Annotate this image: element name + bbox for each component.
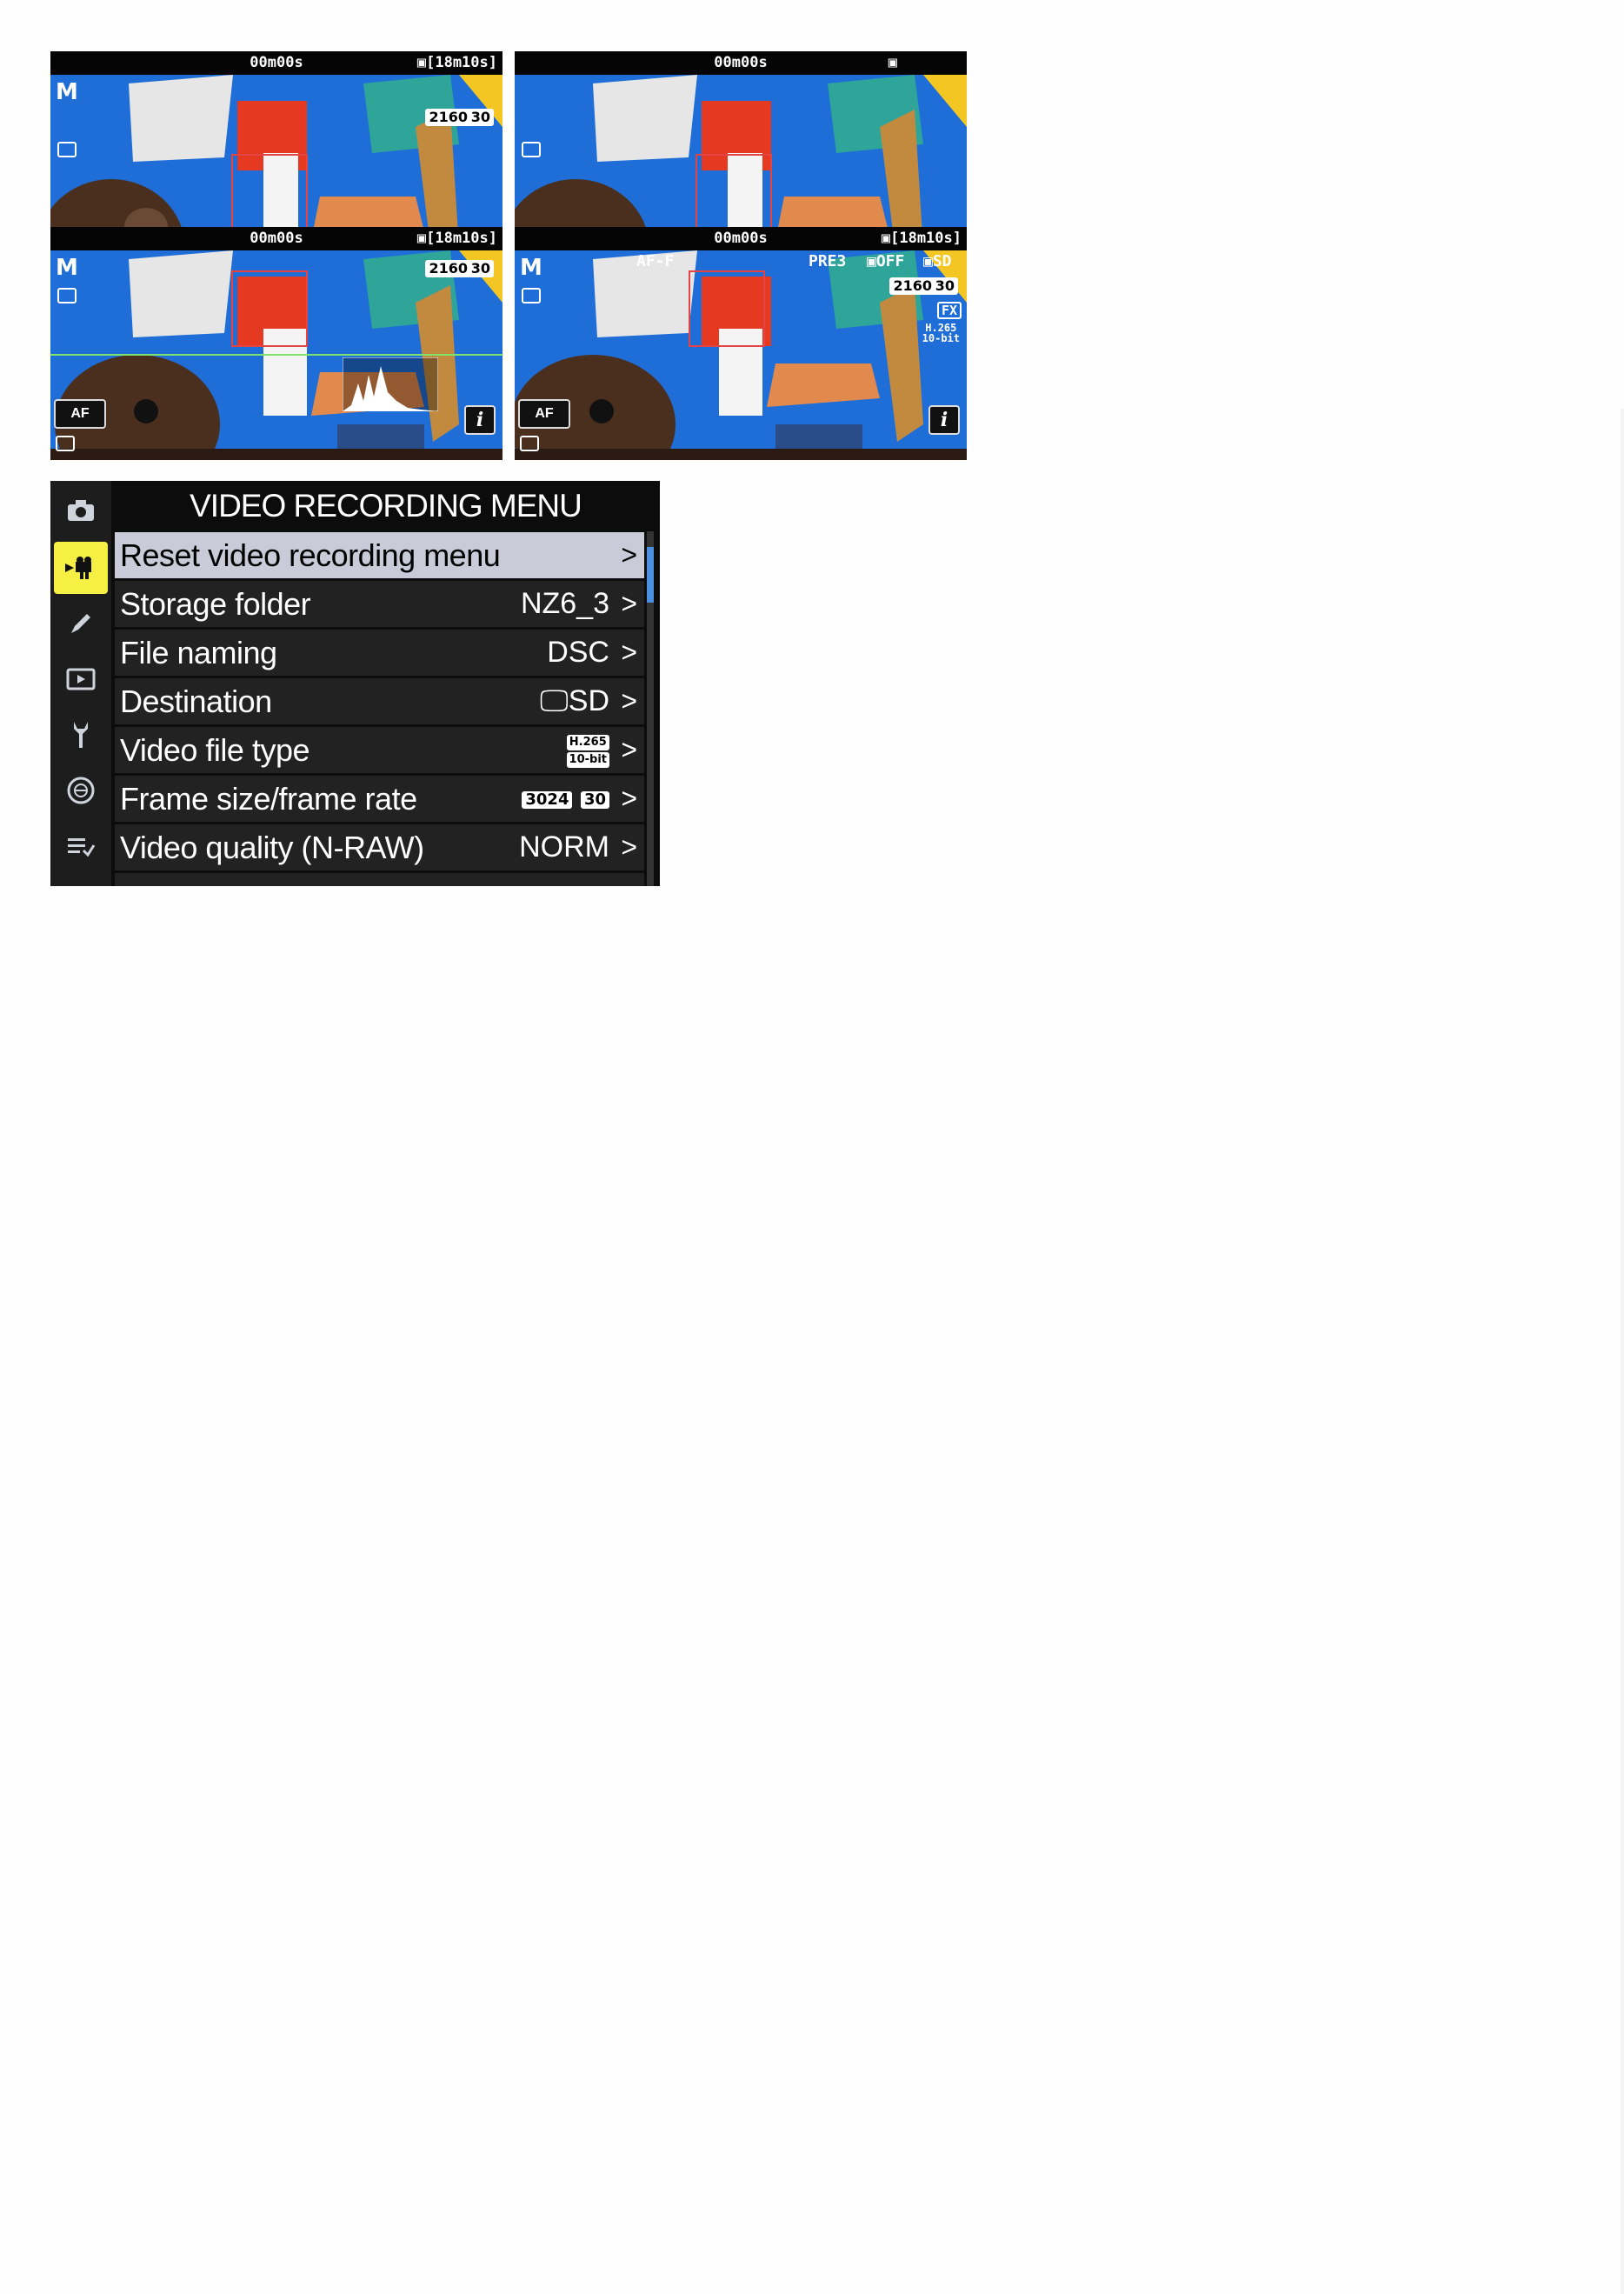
- vr-indicator: ▣OFF: [867, 252, 905, 270]
- af-mode-indicator: AF-F: [636, 252, 675, 270]
- memory-card-icon: 🖵: [539, 684, 569, 717]
- menu-item-label: Video quality (N-RAW): [120, 830, 424, 865]
- chevron-right-icon: >: [621, 588, 637, 619]
- menu-item-label: Storage folder: [120, 586, 311, 622]
- info-button[interactable]: i: [464, 405, 496, 435]
- info-button[interactable]: i: [928, 405, 960, 435]
- camera-icon[interactable]: [54, 484, 108, 537]
- menu-item-label: Reset video recording menu: [120, 537, 501, 573]
- af-mode-button[interactable]: AF: [54, 399, 106, 429]
- pencil-icon[interactable]: [54, 597, 108, 650]
- video-camera-icon[interactable]: [54, 542, 108, 594]
- exposure-mode: M: [520, 255, 542, 281]
- video-recording-menu: VIDEO RECORDING MENU Reset video recordi…: [50, 481, 660, 886]
- menu-item-reset-video-recording-menu[interactable]: Reset video recording menu >: [115, 530, 644, 578]
- shooting-icon: [57, 142, 77, 157]
- focus-frame: [231, 154, 308, 230]
- menu-item-value: DSC: [547, 636, 609, 669]
- exposure-mode: M: [56, 79, 78, 105]
- menu-item-label: Video file type: [120, 732, 310, 768]
- wrench-icon[interactable]: [54, 709, 108, 761]
- chevron-right-icon: >: [621, 734, 637, 765]
- menu-scrollbar[interactable]: [647, 531, 654, 886]
- chevron-right-icon: >: [621, 637, 637, 668]
- metering-icon: [56, 436, 75, 451]
- frame-rate: 30: [467, 260, 494, 277]
- chevron-right-icon: >: [621, 783, 637, 814]
- shooting-icon: [522, 142, 541, 157]
- status-bar: 00m00s ▣: [515, 51, 967, 75]
- page-edge: [1621, 409, 1624, 2294]
- menu-item-storage-folder[interactable]: Storage folder NZ6_3 >: [115, 578, 644, 627]
- card-indicator: ▣SD: [923, 252, 952, 270]
- card-icon: ▣: [888, 54, 897, 71]
- chevron-right-icon: >: [621, 685, 637, 717]
- virtual-horizon: [50, 354, 503, 356]
- image-area: FX: [936, 302, 962, 319]
- frame-size: 2160: [889, 277, 935, 295]
- status-bar: 00m00s ▣[18m10s]: [50, 227, 503, 250]
- video-codec: H.265 10-bit: [922, 322, 960, 344]
- metering-icon: [520, 436, 539, 451]
- remaining-time: ▣[18m10s]: [416, 54, 497, 71]
- menu-item-value: NORM: [519, 830, 609, 864]
- menu-tab-sidebar: [50, 481, 111, 886]
- playback-icon[interactable]: [54, 653, 108, 705]
- menu-item-label: Frame size/frame rate: [120, 781, 417, 817]
- af-mode-button[interactable]: AF: [518, 399, 570, 429]
- remaining-time: ▣[18m10s]: [416, 230, 497, 247]
- focus-frame: [689, 270, 765, 347]
- network-icon[interactable]: [54, 764, 108, 817]
- focus-frame: [231, 270, 308, 347]
- recording-time: 00m00s: [714, 54, 768, 71]
- menu-title: VIDEO RECORDING MENU: [190, 488, 582, 523]
- scrollbar-thumb[interactable]: [647, 547, 654, 603]
- menu-item-video-file-type[interactable]: Video file type H.265 10-bit >: [115, 724, 644, 773]
- status-bar: 00m00s ▣[18m10s]: [515, 227, 967, 250]
- menu-item-frame-size-frame-rate[interactable]: Frame size/frame rate 3024 30 >: [115, 773, 644, 822]
- menu-item-value: 🖵SD: [539, 684, 609, 717]
- menu-item-value: NZ6_3: [520, 587, 609, 620]
- focus-frame: [696, 154, 772, 230]
- shooting-icon: [57, 288, 77, 303]
- menu-item-destination[interactable]: Destination 🖵SD >: [115, 676, 644, 724]
- frame-rate: 30: [931, 277, 958, 295]
- exposure-mode: M: [56, 255, 78, 281]
- menu-item-file-naming[interactable]: File naming DSC >: [115, 627, 644, 676]
- frame-size: 2160: [425, 109, 471, 126]
- shooting-icon: [522, 288, 541, 303]
- live-view-panel-4: 00m00s ▣[18m10s] M AF-F PRE3 ▣OFF ▣SD 21…: [515, 227, 967, 460]
- histogram: [343, 357, 438, 411]
- remaining-time: ▣[18m10s]: [881, 230, 962, 247]
- status-bar: 00m00s ▣[18m10s]: [50, 51, 503, 75]
- live-view-panel-3: 00m00s ▣[18m10s] M 2160 30 AF i: [50, 227, 503, 460]
- menu-item-partial[interactable]: [115, 870, 644, 886]
- menu-item-video-quality[interactable]: Video quality (N-RAW) NORM >: [115, 822, 644, 870]
- my-menu-icon[interactable]: [54, 820, 108, 872]
- menu-item-label: Destination: [120, 684, 272, 719]
- frame-size: 2160: [425, 260, 471, 277]
- frame-rate: 30: [467, 109, 494, 126]
- codec-badge: H.265 10-bit: [566, 735, 609, 768]
- picture-control-indicator: PRE3: [809, 252, 847, 270]
- chevron-right-icon: >: [621, 539, 637, 570]
- frame-size-badge: 3024 30: [522, 776, 609, 822]
- menu-item-label: File naming: [120, 635, 277, 670]
- chevron-right-icon: >: [621, 831, 637, 863]
